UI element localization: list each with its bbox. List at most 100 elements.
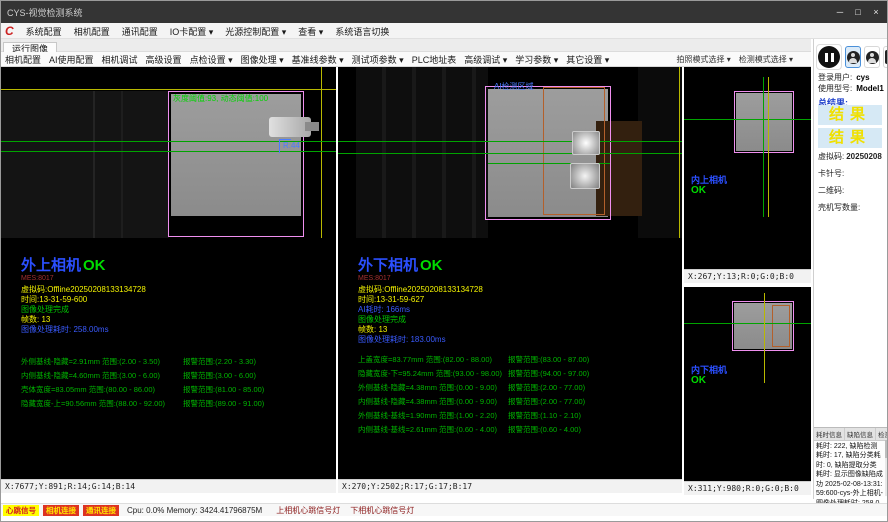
exit-button[interactable] <box>883 46 888 68</box>
connector-tail <box>305 122 319 131</box>
ai-region-rect-orange <box>772 305 790 347</box>
alarm-range: 报警范围:(94.00 - 97.00) <box>508 367 589 381</box>
toolbar-item[interactable]: 其它设置 ▾ <box>562 53 613 66</box>
maximize-button[interactable]: □ <box>849 7 867 17</box>
ok-status-label: OK <box>420 257 443 274</box>
camera-name-label: 外上相机 <box>21 257 81 274</box>
info-line: 图像处理完成 <box>21 305 336 315</box>
tab-row: 运行图像 <box>1 39 811 52</box>
log-tab[interactable]: 缺陷信息 <box>845 428 876 440</box>
toolbar-item[interactable]: 高级调试 ▾ <box>460 53 511 66</box>
menu-item[interactable]: 系统配置 <box>20 27 68 37</box>
camera-result-title: 外下相机OK <box>358 258 682 274</box>
toolbar-item[interactable]: 相机配置 <box>1 53 45 66</box>
toolbar-item[interactable]: AI使用配置 <box>45 53 98 66</box>
operator-icon <box>866 51 879 64</box>
measurement-value: 隐藏宽度-上=90.56mm 范围:(88.00 - 92.00) <box>21 397 183 411</box>
roi-rect-pink <box>734 91 794 153</box>
ai-region-annotation: AI检测区域 <box>494 81 534 92</box>
log-tabs: 耗时信息缺陷信息检测信息 <box>814 428 888 441</box>
camera-panel-inner-bottom: 内下相机 OK X:311;Y:980;R:0;G:0;B:0 <box>684 287 811 495</box>
measurement-value: 外侧基线-隐藏=2.91mm 范围:(2.00 - 3.50) <box>21 355 183 369</box>
log-panel: 耗时信息缺陷信息检测信息 耗时: 222, 缺陷检测耗时: 17, 缺陷分类耗时… <box>814 427 888 497</box>
pause-button[interactable] <box>816 44 842 70</box>
toolbar-dropdown[interactable]: 拍照模式选择 ▾ <box>673 54 735 65</box>
toolbar-items: 相机配置AI使用配置相机调试高级设置点检设置 ▾图像处理 ▾基准线参数 ▾测试项… <box>1 53 613 66</box>
info-lines: 虚拟码:Offline20250208133134728时间:13-31-59-… <box>21 285 336 335</box>
dark-background-block <box>1 91 169 238</box>
measurement-value: 内侧基线-隐藏=4.60mm 范围:(3.00 - 6.00) <box>21 369 183 383</box>
heartbeat-signal-label: 下相机心跳信号灯 <box>350 505 414 516</box>
toolbar-dropdown[interactable]: 检测模式选择 ▾ <box>735 54 797 65</box>
toolbar-item[interactable]: 基准线参数 ▾ <box>288 53 348 66</box>
menubar: C 系统配置相机配置通讯配置IO卡配置 ▾光源控制配置 ▾查看 ▾系统语言切换 <box>1 23 888 39</box>
measurement-row: 上盖宽度=83.77mm 范围:(82.00 - 88.00)报警范围:(83.… <box>358 353 682 367</box>
alarm-range: 报警范围:(0.60 - 4.00) <box>508 423 581 437</box>
measurement-row: 隐藏宽度-下=95.24mm 范围:(93.00 - 98.00)报警范围:(9… <box>358 367 682 381</box>
mes-code-label: MES:8017 <box>358 275 682 282</box>
operator-button[interactable] <box>864 46 880 68</box>
measurement-value: 外侧基线-基线=1.90mm 范围:(1.00 - 2.20) <box>358 409 508 423</box>
baseline-line-green <box>338 141 682 142</box>
minimize-button[interactable]: ─ <box>831 7 849 17</box>
measurement-value: 壳体宽度=83.05mm 范围:(80.00 - 86.00) <box>21 383 183 397</box>
model-value[interactable]: Model1 <box>856 84 884 93</box>
camera-image-inner-bottom[interactable]: 内下相机 OK <box>684 287 811 481</box>
menu-item[interactable]: 系统语言切换 <box>329 27 395 37</box>
menu-item[interactable]: 相机配置 <box>68 27 116 37</box>
toolbar: 相机配置AI使用配置相机调试高级设置点检设置 ▾图像处理 ▾基准线参数 ▾测试项… <box>1 52 811 67</box>
alarm-range: 报警范围:(81.00 - 85.00) <box>183 383 264 397</box>
window-title: CYS-视觉检测系统 <box>7 6 83 19</box>
alarm-range: 报警范围:(2.00 - 77.00) <box>508 395 585 409</box>
boundary-line-yellow-vertical <box>321 67 322 238</box>
info-line: 图像处理耗时: 183.00ms <box>358 335 682 345</box>
ok-status-label: OK <box>691 185 706 196</box>
login-user-value: cys <box>856 73 869 82</box>
toolbar-item[interactable]: 测试项参数 ▾ <box>348 53 408 66</box>
menu-item[interactable]: 查看 ▾ <box>292 27 329 37</box>
pause-icon <box>818 46 840 68</box>
toolbar-item[interactable]: 相机调试 <box>98 53 142 66</box>
user-login-button[interactable] <box>845 46 861 68</box>
result-box: 结果 <box>818 105 882 125</box>
status-badges: 心跳信号相机连接通讯连接 <box>3 505 119 516</box>
menu-item[interactable]: 通讯配置 <box>116 27 164 37</box>
login-user-label: 登录用户: <box>818 73 852 82</box>
login-user-row: 登录用户: cys <box>818 72 870 83</box>
info-line: 虚拟码:Offline20250208133134728 <box>21 285 336 295</box>
heartbeat-signal-label: 上相机心跳信号灯 <box>276 505 340 516</box>
camera-image-outer-top[interactable]: 灰度阈值:93, 动态阈值:100 R:44 <box>1 67 336 238</box>
toolbar-item[interactable]: 点检设置 ▾ <box>186 53 237 66</box>
sidebar-field: 二维码: <box>818 185 888 196</box>
log-tab[interactable]: 耗时信息 <box>814 428 845 440</box>
measurement-row: 隐藏宽度-上=90.56mm 范围:(88.00 - 92.00)报警范围:(8… <box>21 397 336 411</box>
log-tab[interactable]: 检测信息 <box>876 428 888 440</box>
info-line: 帧数: 13 <box>358 325 682 335</box>
result-text-outer-bottom: 外下相机OK MES:8017 虚拟码:Offline2025020813313… <box>338 238 682 479</box>
menu-items: 系统配置相机配置通讯配置IO卡配置 ▾光源控制配置 ▾查看 ▾系统语言切换 <box>20 22 396 40</box>
field-label: 卡针号: <box>818 169 844 178</box>
sidebar-field: 虚拟码:20250208 <box>818 151 888 162</box>
camera-image-outer-bottom[interactable]: AI检测区域 <box>338 67 682 238</box>
toolbar-item[interactable]: 图像处理 ▾ <box>237 53 288 66</box>
camera-image-inner-top[interactable]: 内上相机 OK <box>684 67 811 269</box>
toolbar-item[interactable]: PLC地址表 <box>408 53 461 66</box>
threshold-annotation: 灰度阈值:93, 动态阈值:100 <box>173 93 268 104</box>
status-badge: 相机连接 <box>43 505 79 516</box>
pixel-status-outer-top: X:7677;Y:891;R:14;G:14;B:14 <box>1 479 336 493</box>
menu-item[interactable]: 光源控制配置 ▾ <box>219 27 292 37</box>
measurement-value: 外侧基线-隐藏=4.38mm 范围:(0.00 - 9.00) <box>358 381 508 395</box>
close-button[interactable]: × <box>867 7 885 17</box>
menu-item[interactable]: IO卡配置 ▾ <box>164 27 220 37</box>
toolbar-item[interactable]: 学习参数 ▾ <box>511 53 562 66</box>
measurement-row: 外侧基线-基线=1.90mm 范围:(1.00 - 2.20)报警范围:(1.1… <box>358 409 682 423</box>
toolbar-item[interactable]: 高级设置 <box>142 53 186 66</box>
ok-status-label: OK <box>83 257 106 274</box>
boundary-line-yellow-vertical <box>764 293 765 383</box>
info-line: 虚拟码:Offline20250208133134728 <box>358 285 682 295</box>
result-box: 结果 <box>818 128 882 148</box>
measurement-value: 上盖宽度=83.77mm 范围:(82.00 - 88.00) <box>358 353 508 367</box>
alarm-range: 报警范围:(89.00 - 91.00) <box>183 397 264 411</box>
signal-labels: 上相机心跳信号灯下相机心跳信号灯 <box>266 505 414 516</box>
ok-status-label: OK <box>691 375 706 386</box>
